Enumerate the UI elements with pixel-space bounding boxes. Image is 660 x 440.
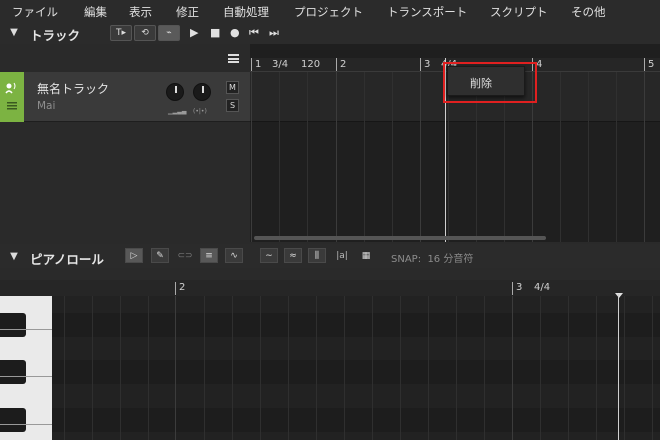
solo-button[interactable]: S bbox=[226, 99, 239, 112]
piano-roll-playhead[interactable] bbox=[618, 294, 619, 440]
menu-file[interactable]: ファイル bbox=[12, 4, 58, 20]
menu-script[interactable]: スクリプト bbox=[490, 4, 548, 20]
select-tool-icon[interactable]: ▷ bbox=[125, 248, 143, 263]
menu-automation[interactable]: 自動処理 bbox=[223, 4, 269, 20]
play-icon[interactable]: ▶ bbox=[190, 27, 198, 39]
skip-forward-icon[interactable]: ⏭ bbox=[269, 27, 279, 39]
highlight-box bbox=[443, 62, 537, 103]
snap-label-text: SNAP: bbox=[391, 254, 422, 265]
track-add-button[interactable]: T▸ bbox=[110, 25, 132, 41]
piano-keyboard[interactable] bbox=[0, 296, 52, 440]
pitch-curve-icon[interactable]: ∼ bbox=[260, 248, 278, 263]
piano-roll-header: ▼ ピアノロール ▷ ✎ ⊂⊃ ≡ ∿ ∼ ≈ ⫼ |a| ▦ bbox=[0, 244, 660, 268]
menu-bar: ファイル 編集 表示 修正 自動処理 プロジェクト トランスポート スクリプト … bbox=[0, 0, 660, 22]
loop-button[interactable]: ⟲ bbox=[134, 25, 156, 41]
track-record-icon bbox=[5, 82, 17, 110]
snap-label: SNAP: 16 分音符 bbox=[391, 250, 473, 265]
pr-ruler-label: 4/4 bbox=[534, 282, 551, 293]
link-icon[interactable]: ⊂⊃ bbox=[176, 248, 194, 263]
skip-back-icon[interactable]: ⏮ bbox=[249, 27, 259, 39]
curve-tool-icon[interactable]: ∿ bbox=[225, 248, 243, 263]
ruler-label: 120 bbox=[301, 59, 321, 70]
ruler-label: 1 bbox=[255, 59, 262, 70]
mute-button[interactable]: M bbox=[226, 81, 239, 94]
quantize-tool-icon[interactable]: ≡ bbox=[200, 248, 218, 263]
menu-project[interactable]: プロジェクト bbox=[294, 4, 363, 20]
timeline-horizontal-scrollbar[interactable] bbox=[254, 236, 546, 240]
menu-transport[interactable]: トランスポート bbox=[387, 4, 467, 20]
piano-black-key[interactable] bbox=[0, 313, 26, 337]
piano-roll-playhead-marker-icon[interactable] bbox=[615, 293, 623, 298]
track-section-title: トラック bbox=[30, 28, 81, 43]
menu-edit[interactable]: 編集 bbox=[84, 4, 107, 20]
piano-black-key[interactable] bbox=[0, 360, 26, 384]
piano-roll-title: ピアノロール bbox=[30, 252, 104, 267]
menu-other[interactable]: その他 bbox=[571, 4, 606, 20]
stop-icon[interactable]: ■ bbox=[210, 27, 220, 39]
volume-knob-label: ▁▂▃▄ bbox=[168, 108, 187, 115]
hamburger-menu-icon[interactable] bbox=[228, 54, 239, 63]
track-section-header: ▼ トラック T▸ ⟲ ⌁ ▶ ■ ● ⏮ ⏭ bbox=[0, 22, 660, 44]
track-color-strip[interactable] bbox=[0, 72, 24, 122]
menu-modify[interactable]: 修正 bbox=[176, 4, 199, 20]
collapse-chevron-icon[interactable]: ▼ bbox=[8, 27, 20, 39]
track-instrument: Mai bbox=[37, 100, 56, 112]
lyrics-icon[interactable]: |a| bbox=[333, 248, 351, 263]
piano-roll-ruler[interactable]: 2 3 4/4 bbox=[0, 280, 660, 296]
vibrato-icon[interactable]: ≈ bbox=[284, 248, 302, 263]
record-icon[interactable]: ● bbox=[230, 27, 240, 39]
volume-knob[interactable] bbox=[166, 83, 184, 101]
ruler-label: 3 bbox=[424, 59, 431, 70]
metronome-button[interactable]: ⌁ bbox=[158, 25, 180, 41]
pencil-tool-icon[interactable]: ✎ bbox=[151, 248, 169, 263]
pr-ruler-label: 3 bbox=[516, 282, 523, 293]
ruler-label: 2 bbox=[340, 59, 347, 70]
pr-ruler-label: 2 bbox=[179, 282, 186, 293]
piano-black-key[interactable] bbox=[0, 408, 26, 432]
track-list-toolbar bbox=[0, 44, 250, 72]
piano-roll-grid[interactable] bbox=[52, 296, 660, 440]
snap-value[interactable]: 16 分音符 bbox=[427, 254, 473, 265]
video-clapper-icon[interactable]: ▦ bbox=[357, 248, 375, 263]
ruler-label: 3/4 bbox=[272, 59, 289, 70]
track-row[interactable]: 無名トラック Mai ▁▂▃▄ (•|•) M S bbox=[0, 72, 250, 122]
waveform-icon[interactable]: ⫼ bbox=[308, 248, 326, 263]
menu-view[interactable]: 表示 bbox=[129, 4, 152, 20]
ruler-label: 5 bbox=[648, 59, 655, 70]
pan-knob[interactable] bbox=[193, 83, 211, 101]
pan-knob-label: (•|•) bbox=[193, 108, 207, 115]
track-name[interactable]: 無名トラック bbox=[37, 80, 109, 97]
piano-roll-collapse-chevron-icon[interactable]: ▼ bbox=[8, 251, 20, 263]
